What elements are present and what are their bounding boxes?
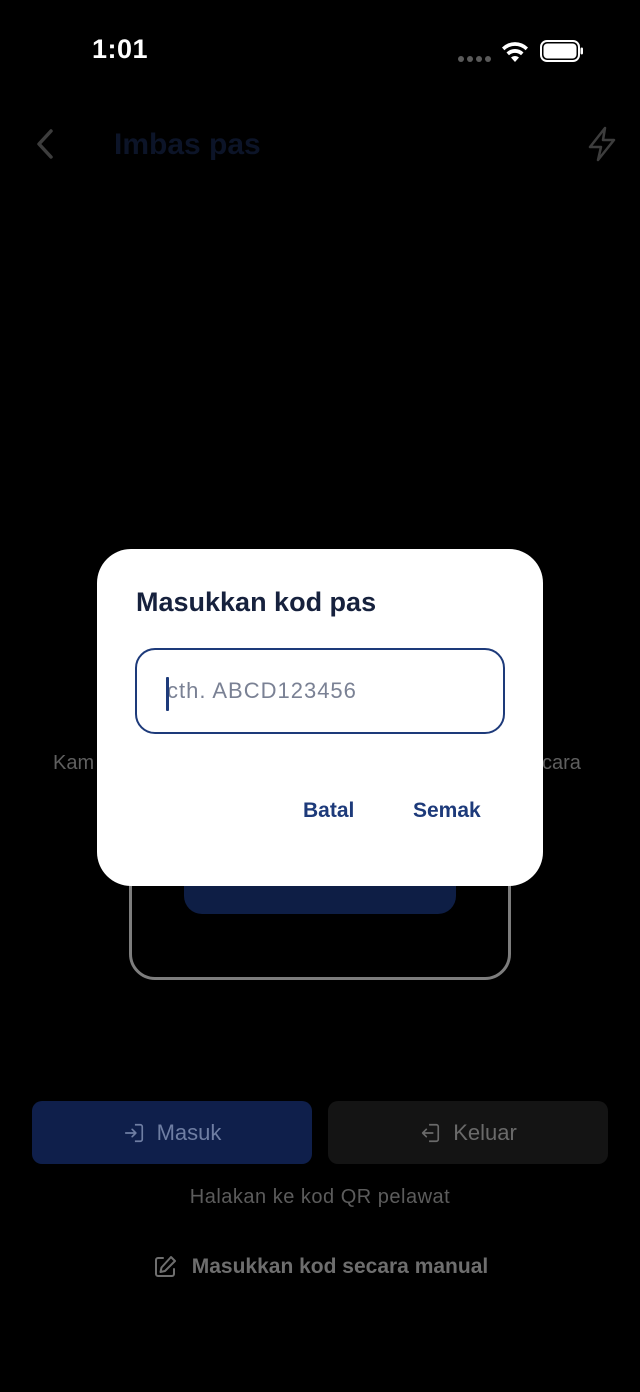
manual-entry-label: Masukkan kod secara manual bbox=[191, 1255, 489, 1278]
cancel-button[interactable]: Batal bbox=[303, 799, 354, 823]
battery-icon bbox=[540, 40, 583, 62]
mode-masuk-label: Masuk bbox=[156, 1119, 222, 1145]
back-chevron-icon[interactable] bbox=[26, 124, 66, 164]
mode-masuk-button[interactable]: Masuk bbox=[32, 1101, 312, 1164]
instruction-text-right: cara bbox=[542, 752, 581, 774]
manual-entry-link[interactable]: Masukkan kod secara manual bbox=[0, 1254, 640, 1280]
page-title: Imbas pas bbox=[114, 128, 261, 161]
status-bar: 1:01 bbox=[0, 0, 640, 100]
instruction-text-left: Kam bbox=[53, 752, 95, 774]
edit-icon bbox=[154, 1256, 176, 1277]
logout-icon bbox=[422, 1123, 440, 1142]
login-icon bbox=[124, 1123, 143, 1142]
cellular-signal-icon bbox=[458, 56, 492, 64]
enter-code-dialog: Masukkan kod pas Batal Semak bbox=[97, 549, 543, 886]
mode-keluar-label: Keluar bbox=[453, 1119, 517, 1145]
nav-bar: Imbas pas bbox=[0, 110, 640, 180]
scan-hint: Halakan ke kod QR pelawat bbox=[189, 1186, 451, 1208]
status-time: 1:01 bbox=[92, 34, 149, 64]
dialog-title: Masukkan kod pas bbox=[136, 587, 377, 617]
mode-keluar-button[interactable]: Keluar bbox=[328, 1101, 608, 1164]
check-button[interactable]: Semak bbox=[413, 799, 481, 823]
flash-icon[interactable] bbox=[582, 124, 622, 164]
pass-code-input[interactable] bbox=[135, 648, 505, 734]
wifi-icon bbox=[502, 42, 528, 62]
text-cursor bbox=[166, 677, 169, 711]
